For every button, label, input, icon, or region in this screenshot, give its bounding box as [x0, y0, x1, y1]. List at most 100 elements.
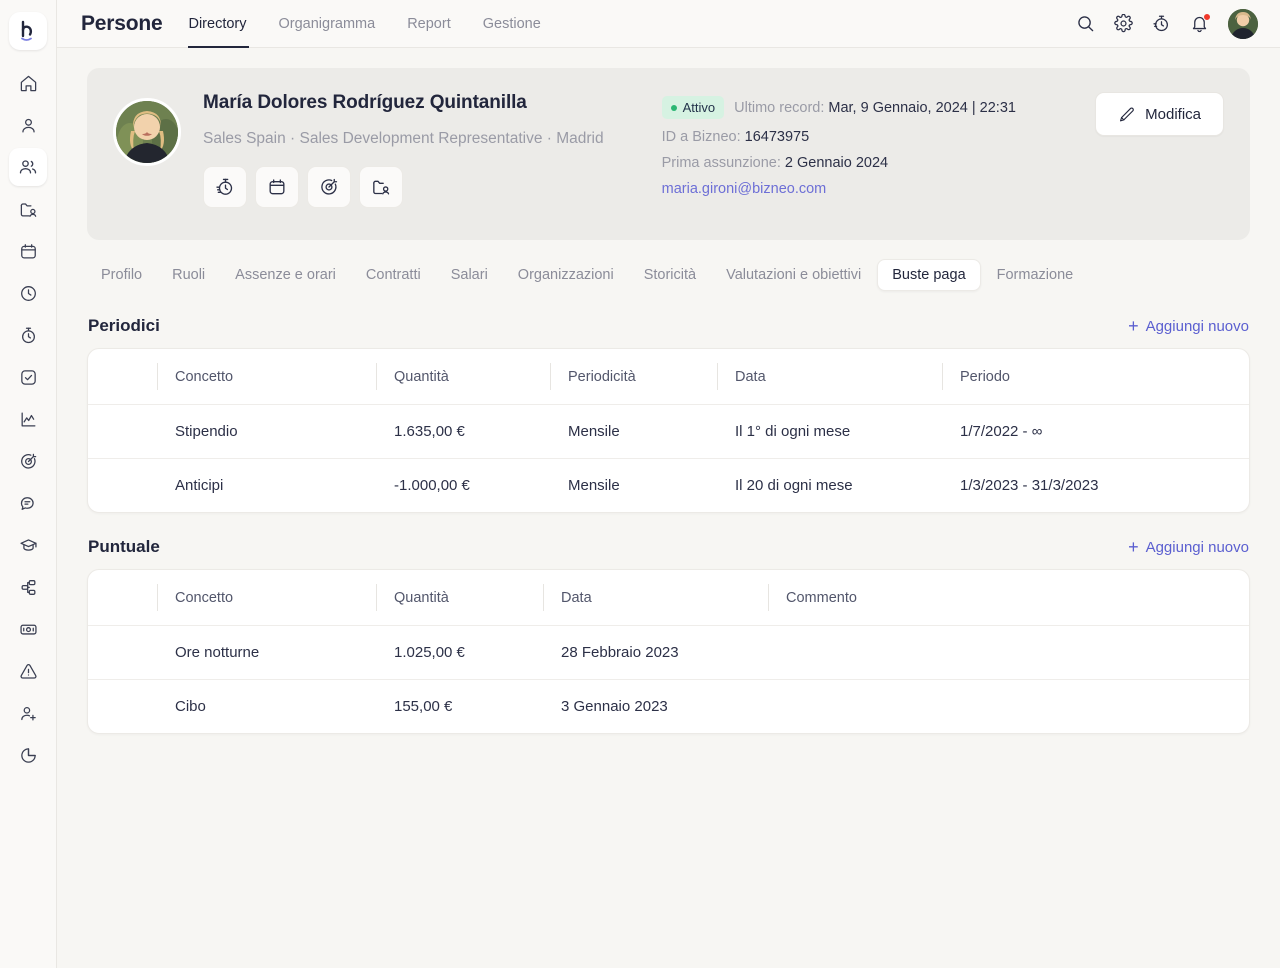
- column-concetto[interactable]: Concetto: [157, 349, 376, 405]
- tab-valutazioni-e-obiettivi[interactable]: Valutazioni e obiettivi: [712, 260, 875, 290]
- page-title: Persone: [81, 11, 163, 35]
- tab-directory[interactable]: Directory: [188, 0, 262, 48]
- plus-icon: +: [1128, 316, 1139, 336]
- employee-name: María Dolores Rodríguez Quintanilla: [203, 92, 527, 113]
- graduation-cap-icon: [19, 538, 37, 551]
- stopwatch-icon: [21, 327, 35, 343]
- settings-button[interactable]: [1114, 14, 1133, 33]
- quick-action-goals[interactable]: [307, 165, 351, 208]
- row-gutter: [88, 680, 157, 734]
- tab-report[interactable]: Report: [391, 0, 467, 48]
- tab-gestione[interactable]: Gestione: [467, 0, 557, 48]
- tab-report-label: Report: [407, 15, 451, 32]
- tab-profilo[interactable]: Profilo: [87, 260, 156, 290]
- table-row[interactable]: Ore notturne 1.025,00 € 28 Febbraio 2023: [88, 625, 1249, 680]
- table-row[interactable]: Anticipi -1.000,00 € Mensile Il 20 di og…: [88, 459, 1249, 513]
- tab-profilo-label: Profilo: [101, 267, 143, 283]
- tab-assenze-e-orari[interactable]: Assenze e orari: [221, 260, 350, 290]
- home-icon: [20, 75, 36, 91]
- time-tracking-button[interactable]: [1152, 14, 1171, 33]
- table-row[interactable]: Cibo 155,00 € 3 Gennaio 2023: [88, 680, 1249, 734]
- column-quantita[interactable]: Quantità: [376, 349, 550, 405]
- column-data[interactable]: Data: [717, 349, 942, 405]
- tab-organigramma[interactable]: Organigramma: [263, 0, 392, 48]
- sidebar-item-messages[interactable]: [9, 484, 47, 522]
- periodici-title: Periodici: [88, 316, 160, 335]
- sidebar-item-analytics[interactable]: [9, 400, 47, 438]
- sidebar-item-hours[interactable]: [9, 274, 47, 312]
- notifications-button[interactable]: [1190, 13, 1211, 33]
- tab-organizzazioni[interactable]: Organizzazioni: [504, 260, 628, 290]
- row-selector-column: [88, 570, 157, 626]
- sidebar-item-recruiting[interactable]: [9, 694, 47, 732]
- target-icon: [20, 453, 36, 469]
- tab-buste-paga[interactable]: Buste paga: [877, 259, 981, 291]
- table-row[interactable]: Stipendio 1.635,00 € Mensile Il 1° di og…: [88, 404, 1249, 459]
- edit-button-label: Modifica: [1145, 105, 1201, 123]
- search-button[interactable]: [1076, 14, 1095, 33]
- row-gutter: [88, 404, 157, 459]
- tab-directory-label: Directory: [188, 15, 247, 32]
- tab-ruoli[interactable]: Ruoli: [158, 260, 219, 290]
- sidebar-item-goals[interactable]: [9, 442, 47, 480]
- bizneo-id-value: 16473975: [744, 129, 810, 145]
- column-periodicita[interactable]: Periodicità: [550, 349, 717, 405]
- quick-action-calendar[interactable]: [255, 165, 299, 208]
- sidebar-item-home[interactable]: [9, 64, 47, 102]
- last-record-label: Ultimo record:: [734, 99, 825, 116]
- tab-storicita[interactable]: Storicità: [630, 260, 710, 290]
- sidebar-item-attendance[interactable]: [9, 316, 47, 354]
- sidebar-item-training[interactable]: [9, 526, 47, 564]
- sidebar-item-calendar[interactable]: [9, 232, 47, 270]
- periodici-add-new-button[interactable]: + Aggiungi nuovo: [1128, 317, 1249, 335]
- column-quantita[interactable]: Quantità: [376, 570, 543, 626]
- tab-contratti[interactable]: Contratti: [352, 260, 435, 290]
- puntuale-add-new-button[interactable]: + Aggiungi nuovo: [1128, 538, 1249, 556]
- employee-subtitle: Sales Spain · Sales Development Represen…: [203, 129, 604, 147]
- puntuale-table-card: Concetto Quantità Data Commento Ore nott…: [87, 569, 1250, 734]
- sidebar-item-payroll[interactable]: [9, 610, 47, 648]
- column-commento[interactable]: Commento: [768, 570, 1249, 626]
- periodici-table-card: Concetto Quantità Periodicità Data Perio…: [87, 348, 1250, 513]
- sidebar-item-tasks[interactable]: [9, 358, 47, 396]
- plus-icon: +: [1128, 537, 1139, 557]
- cell-concetto: Anticipi: [175, 477, 224, 494]
- sidebar-item-user[interactable]: [9, 106, 47, 144]
- tab-salari[interactable]: Salari: [437, 260, 502, 290]
- sidebar-item-incidents[interactable]: [9, 652, 47, 690]
- employee-identity: María Dolores Rodríguez Quintanilla Sale…: [203, 92, 604, 240]
- periodici-table: Concetto Quantità Periodicità Data Perio…: [88, 349, 1249, 512]
- quick-action-time-tracking[interactable]: [203, 165, 247, 208]
- column-periodo[interactable]: Periodo: [942, 349, 1249, 405]
- row-selector-column: [88, 349, 157, 405]
- sidebar-item-reports[interactable]: [9, 736, 47, 774]
- tab-formazione[interactable]: Formazione: [983, 260, 1088, 290]
- sidebar-item-people[interactable]: [9, 148, 47, 186]
- sidebar-item-documents[interactable]: [9, 190, 47, 228]
- first-hire-row: Prima assunzione: 2 Gennaio 2024: [662, 155, 1224, 171]
- bizneo-id-label: ID a Bizneo:: [661, 129, 741, 145]
- cell-data: 28 Febbraio 2023: [543, 625, 768, 680]
- employee-profile-card: María Dolores Rodríguez Quintanilla Sale…: [87, 68, 1250, 240]
- folder-user-icon: [20, 202, 36, 217]
- employee-email-link[interactable]: maria.gironi@bizneo.com: [662, 181, 827, 197]
- chat-icon: [20, 496, 34, 510]
- column-data[interactable]: Data: [543, 570, 768, 626]
- puntuale-table: Concetto Quantità Data Commento Ore nott…: [88, 570, 1249, 733]
- avatar-photo: [1228, 8, 1258, 39]
- tab-salari-label: Salari: [450, 267, 488, 283]
- cell-quantita: 155,00 €: [394, 698, 453, 715]
- edit-button[interactable]: Modifica: [1095, 92, 1224, 136]
- cell-quantita: -1.000,00 €: [394, 477, 470, 494]
- first-hire-value: 2 Gennaio 2024: [784, 155, 889, 171]
- notification-badge: [1203, 13, 1211, 21]
- app-header: Persone Directory Organigramma Report Ge…: [57, 0, 1280, 48]
- tab-gestione-label: Gestione: [482, 15, 541, 32]
- column-concetto[interactable]: Concetto: [157, 570, 376, 626]
- employee-avatar[interactable]: [113, 98, 181, 166]
- row-gutter: [88, 459, 157, 513]
- avatar[interactable]: [1228, 8, 1258, 39]
- sidebar-item-workflows[interactable]: [9, 568, 47, 606]
- bizneo-logo[interactable]: [9, 12, 47, 50]
- quick-action-documents[interactable]: [359, 165, 403, 208]
